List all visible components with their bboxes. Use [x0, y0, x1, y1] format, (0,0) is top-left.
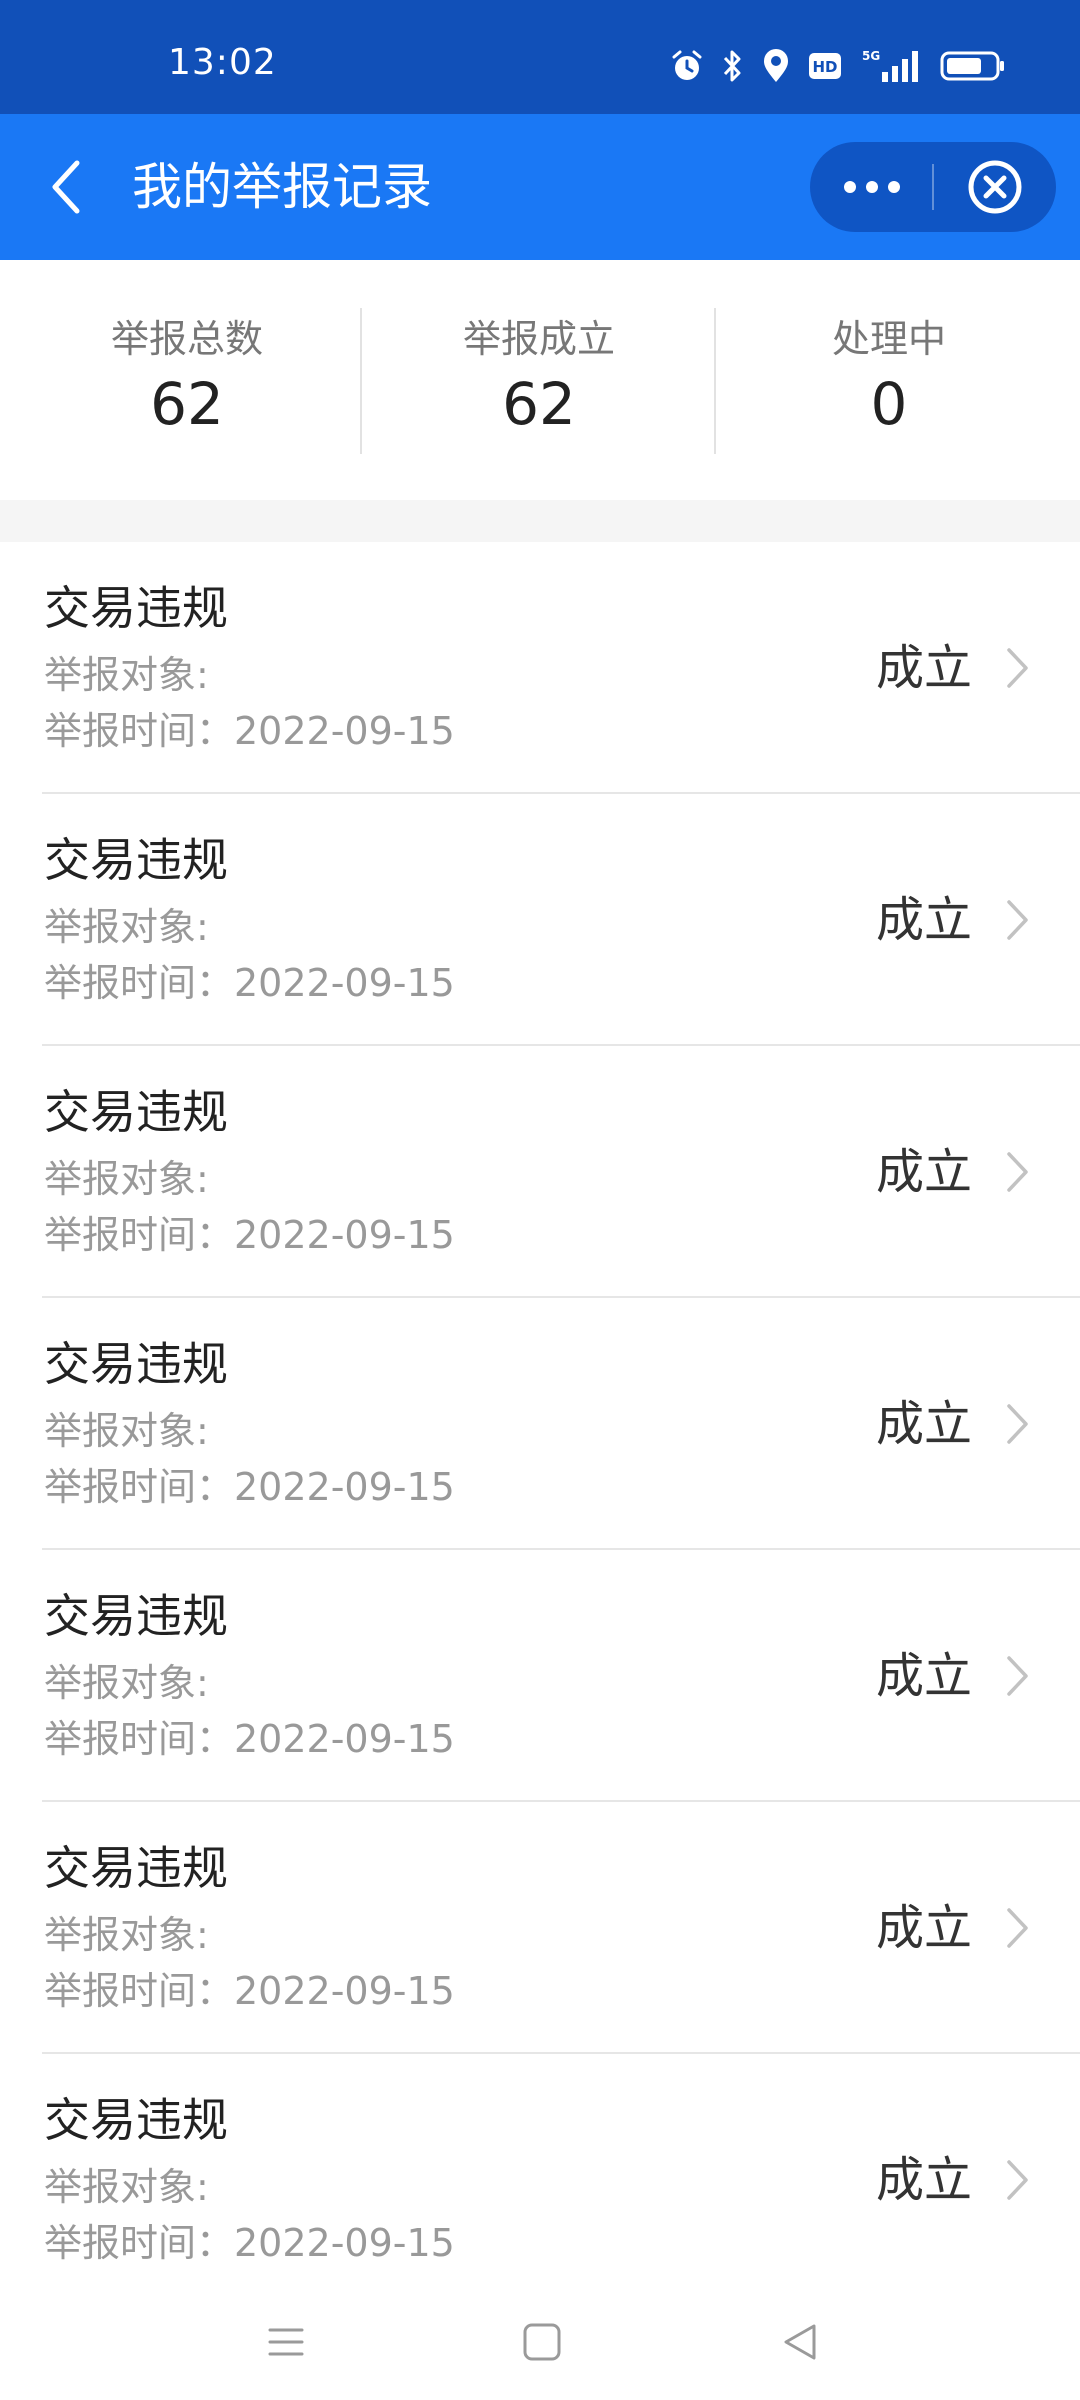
- record-target: 举报对象:: [44, 1409, 209, 1453]
- record-status: 成立: [876, 1900, 973, 1956]
- record-title: 交易违规: [44, 1337, 228, 1391]
- mini-program-capsule: [810, 142, 1056, 232]
- 5g-signal-icon: 5G: [860, 48, 922, 84]
- back-nav-button[interactable]: [770, 2312, 830, 2372]
- stat-established: 举报成立 62: [364, 260, 714, 500]
- stat-label: 举报总数: [110, 317, 263, 361]
- section-gap: [0, 500, 1080, 542]
- chevron-right-icon: [1007, 900, 1028, 940]
- record-title: 交易违规: [44, 833, 228, 887]
- record-time: 举报时间：2022-09-15: [44, 1213, 455, 1257]
- record-title: 交易违规: [44, 2093, 228, 2147]
- chevron-right-icon: [1007, 2160, 1028, 2200]
- system-nav-bar: [0, 2276, 1080, 2400]
- chevron-left-icon: [52, 160, 80, 214]
- report-stats: 举报总数 62 举报成立 62 处理中 0: [0, 260, 1080, 500]
- record-status: 成立: [876, 2152, 973, 2208]
- page-title: 我的举报记录: [132, 158, 432, 216]
- record-status: 成立: [876, 1144, 973, 1200]
- chevron-right-icon: [1007, 648, 1028, 688]
- stat-value: 0: [870, 370, 908, 438]
- bluetooth-icon: [722, 48, 744, 84]
- network-label: 5G: [862, 49, 880, 63]
- title-bar: 我的举报记录: [0, 114, 1080, 260]
- stat-label: 处理中: [831, 317, 946, 361]
- stat-total: 举报总数 62: [12, 260, 362, 500]
- home-square-icon: [523, 2323, 561, 2361]
- status-time: 13:02: [168, 42, 277, 83]
- list-item[interactable]: 交易违规 举报对象: 举报时间：2022-09-15 成立: [0, 542, 1080, 794]
- close-circle-icon: [968, 160, 1022, 214]
- record-title: 交易违规: [44, 1589, 228, 1643]
- record-target: 举报对象:: [44, 653, 209, 697]
- record-status: 成立: [876, 1648, 973, 1704]
- hd-icon: HD: [808, 51, 842, 81]
- list-item[interactable]: 交易违规 举报对象: 举报时间：2022-09-15 成立: [0, 2054, 1080, 2306]
- record-status: 成立: [876, 640, 973, 696]
- chevron-right-icon: [1007, 1656, 1028, 1696]
- record-status: 成立: [876, 892, 973, 948]
- record-time: 举报时间：2022-09-15: [44, 2221, 455, 2265]
- record-target: 举报对象:: [44, 1661, 209, 1705]
- record-title: 交易违规: [44, 1841, 228, 1895]
- more-button[interactable]: [810, 142, 933, 232]
- location-icon: [762, 48, 790, 84]
- status-icons: HD 5G: [670, 44, 1006, 88]
- stat-label: 举报成立: [462, 317, 615, 361]
- record-time: 举报时间：2022-09-15: [44, 709, 455, 753]
- record-target: 举报对象:: [44, 1157, 209, 1201]
- stat-value: 62: [150, 370, 224, 438]
- record-status: 成立: [876, 1396, 973, 1452]
- back-triangle-icon: [784, 2324, 816, 2360]
- record-title: 交易违规: [44, 581, 228, 635]
- record-target: 举报对象:: [44, 1913, 209, 1957]
- status-bar: 13:02 HD 5G: [0, 0, 1080, 114]
- list-item[interactable]: 交易违规 举报对象: 举报时间：2022-09-15 成立: [0, 1046, 1080, 1298]
- stat-divider: [360, 308, 362, 454]
- record-target: 举报对象:: [44, 2165, 209, 2209]
- record-time: 举报时间：2022-09-15: [44, 961, 455, 1005]
- record-time: 举报时间：2022-09-15: [44, 1969, 455, 2013]
- home-button[interactable]: [512, 2312, 572, 2372]
- more-dots-icon: [843, 181, 900, 193]
- menu-icon: [268, 2328, 304, 2356]
- record-title: 交易违规: [44, 1085, 228, 1139]
- stat-processing: 处理中 0: [714, 260, 1064, 500]
- alarm-icon: [670, 49, 704, 83]
- record-target: 举报对象:: [44, 905, 209, 949]
- back-button[interactable]: [30, 150, 100, 224]
- menu-button[interactable]: [256, 2312, 316, 2372]
- battery-icon: [940, 50, 1006, 82]
- hd-label: HD: [812, 58, 837, 76]
- chevron-right-icon: [1007, 1152, 1028, 1192]
- record-time: 举报时间：2022-09-15: [44, 1717, 455, 1761]
- chevron-right-icon: [1007, 1908, 1028, 1948]
- list-item[interactable]: 交易违规 举报对象: 举报时间：2022-09-15 成立: [0, 1298, 1080, 1550]
- list-item[interactable]: 交易违规 举报对象: 举报时间：2022-09-15 成立: [0, 1802, 1080, 2054]
- record-list: 交易违规 举报对象: 举报时间：2022-09-15 成立 交易违规 举报对象:…: [0, 542, 1080, 2306]
- stat-value: 62: [502, 370, 576, 438]
- close-button[interactable]: [934, 142, 1056, 232]
- list-item[interactable]: 交易违规 举报对象: 举报时间：2022-09-15 成立: [0, 794, 1080, 1046]
- list-item[interactable]: 交易违规 举报对象: 举报时间：2022-09-15 成立: [0, 1550, 1080, 1802]
- record-time: 举报时间：2022-09-15: [44, 1465, 455, 1509]
- chevron-right-icon: [1007, 1404, 1028, 1444]
